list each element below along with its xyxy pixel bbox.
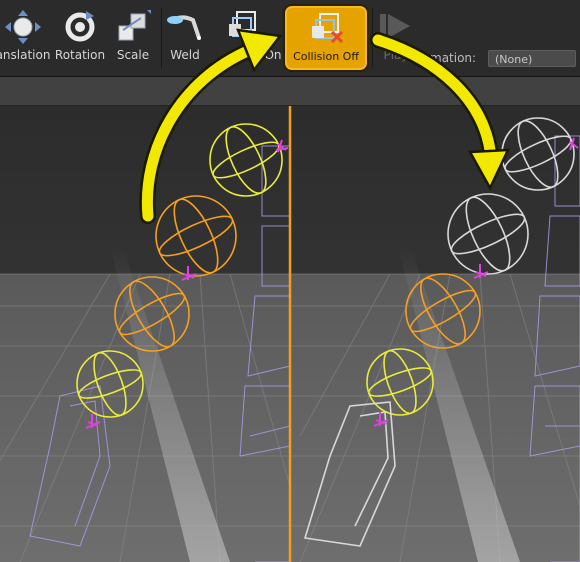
collision-off-button[interactable]: Collision Off [283,4,369,72]
scale-label: Scale [116,48,150,62]
play-label: Play [383,48,409,62]
play-button[interactable]: Play [376,4,416,72]
toolbar: anslation Rotation Scale Weld C On Colli… [0,0,580,77]
toolbar-separator [372,8,373,68]
rotate-icon [65,11,95,42]
toolbar-separator [161,8,162,68]
collision-on-label-partial: C [238,48,248,62]
collision-on-button-tail[interactable]: On [262,4,284,72]
translate-icon [5,10,41,44]
viewport-scene [0,106,580,562]
collision-off-icon [312,13,344,44]
scale-icon [118,10,151,41]
viewport-toolbar [0,77,580,106]
collision-on-label: On [264,48,282,62]
weld-label: Weld [170,48,200,62]
scale-button[interactable]: Scale [110,4,156,72]
animation-label: mation: [430,51,477,65]
animation-dropdown[interactable]: (None) [488,50,576,67]
translation-label: anslation [0,48,51,62]
play-icon [380,14,410,38]
collision-off-label: Collision Off [293,50,359,63]
rotation-label: Rotation [54,48,106,62]
viewport[interactable] [0,106,580,562]
physics-asset-editor: anslation Rotation Scale Weld C On Colli… [0,0,580,562]
collision-on-button[interactable]: C [222,4,264,72]
collision-on-icon [229,11,256,37]
rotation-button[interactable]: Rotation [52,4,108,72]
weld-icon [167,15,201,40]
weld-button[interactable]: Weld [164,4,206,72]
translation-button[interactable]: anslation [0,4,50,72]
